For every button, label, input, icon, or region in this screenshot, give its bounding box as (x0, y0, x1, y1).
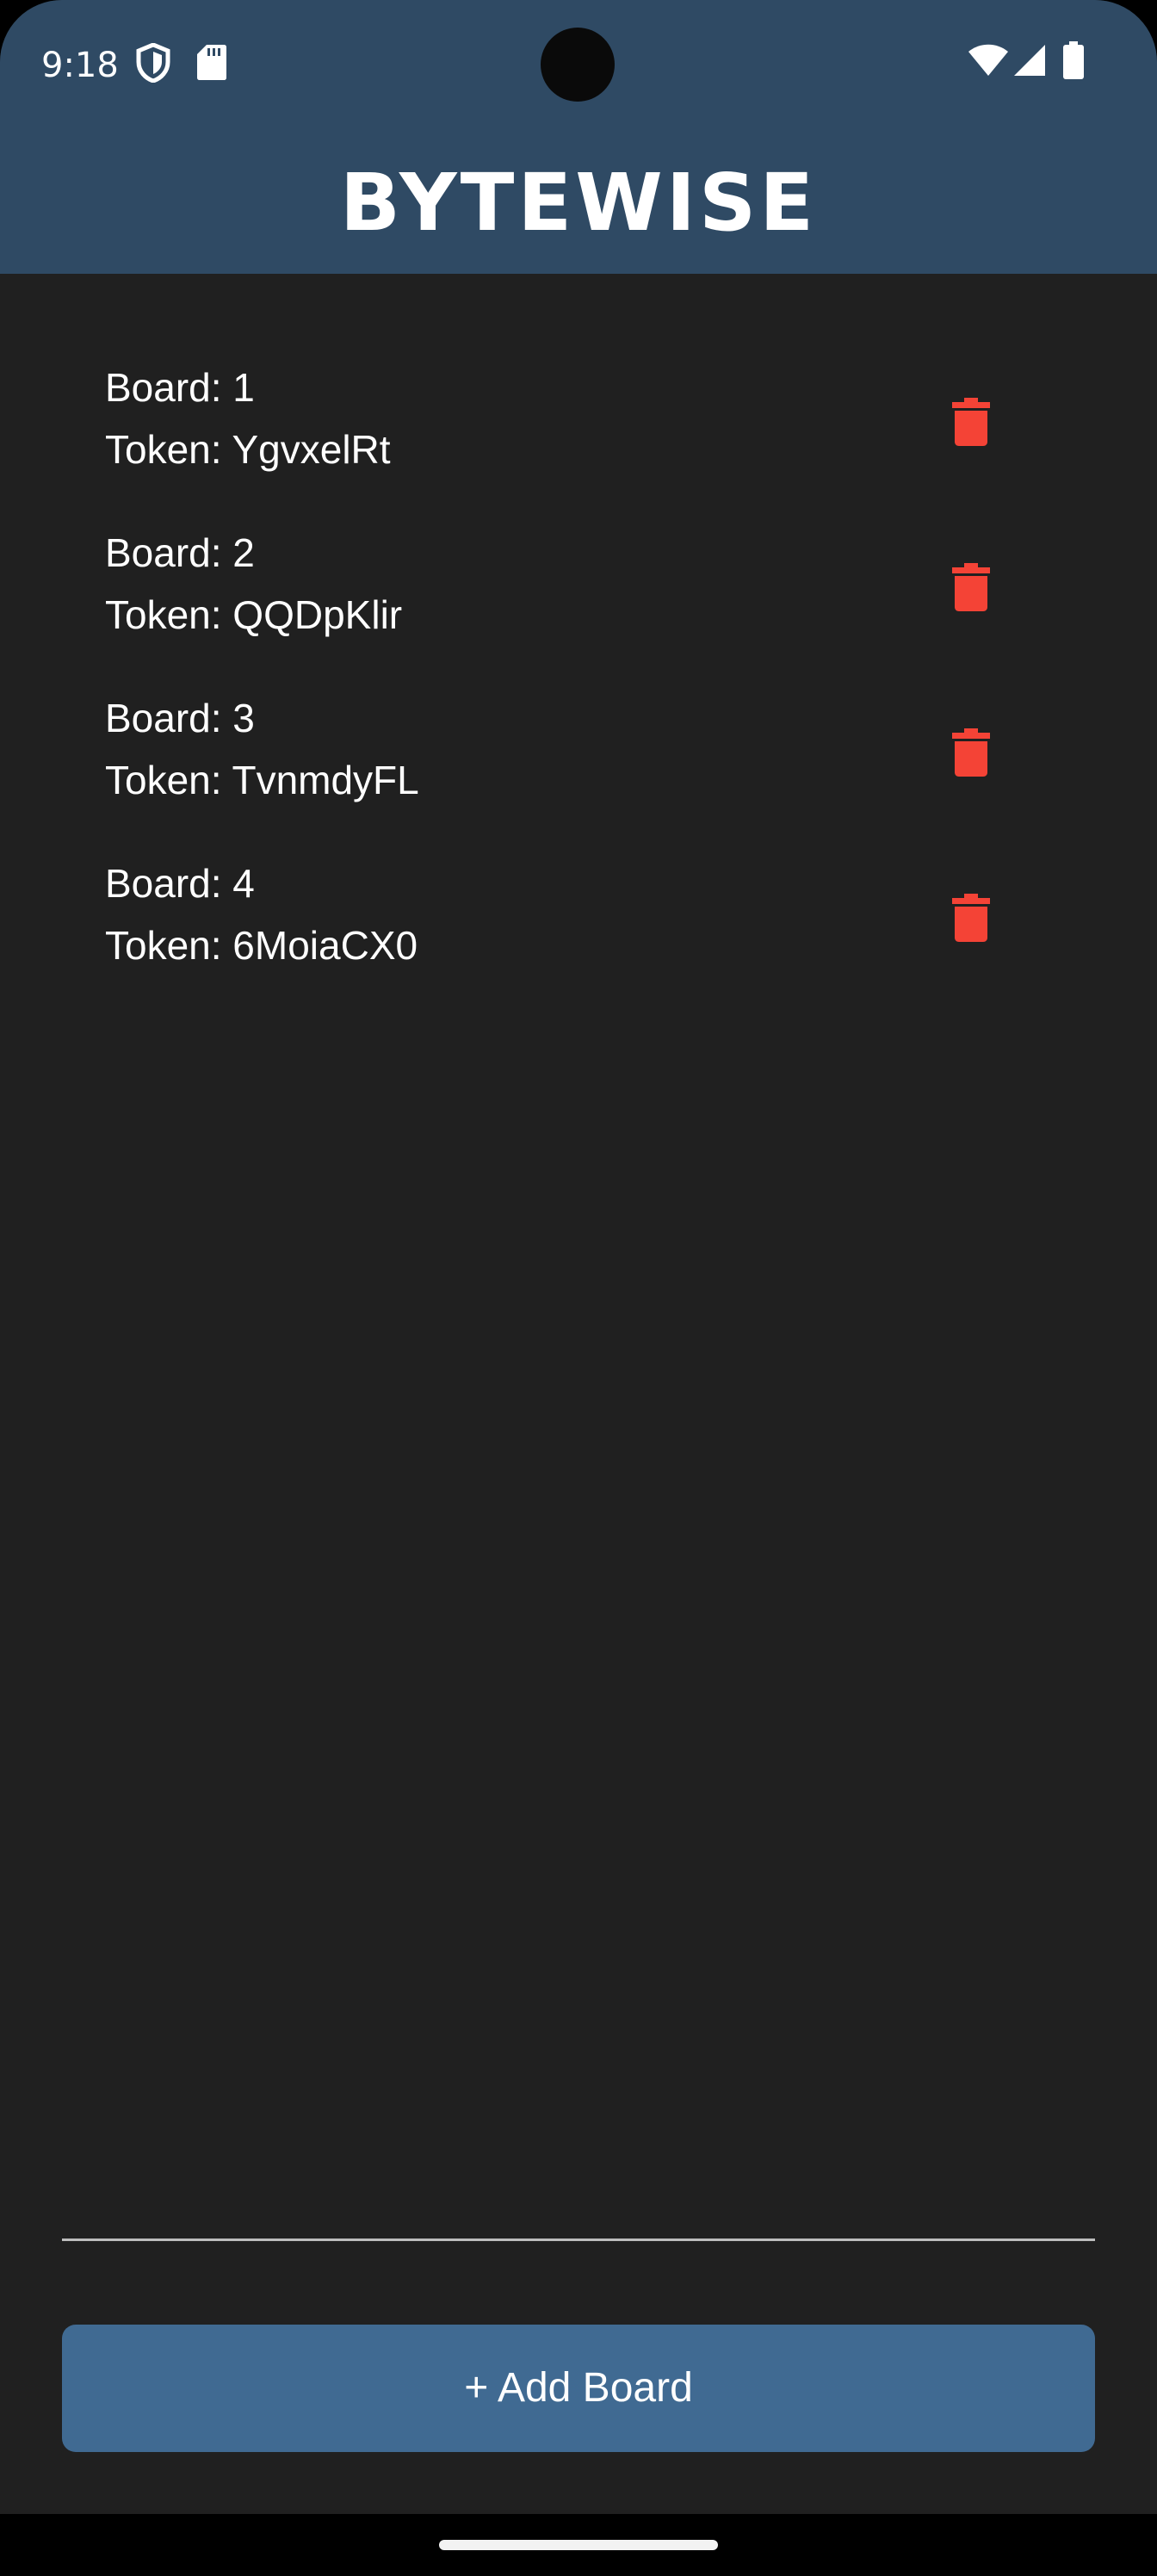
board-info: Board: 3 Token: TvnmdyFL (105, 687, 419, 811)
delete-board-button[interactable] (928, 709, 1014, 796)
board-list-item: Board: 1 Token: YgvxelRt (62, 356, 1095, 522)
board-token: Token: 6MoiaCX0 (105, 923, 418, 968)
trash-icon (952, 398, 990, 446)
board-number: Board: 4 (105, 861, 255, 906)
battery-icon (1062, 41, 1085, 83)
board-number: Board: 1 (105, 365, 255, 410)
app-header: 9:18 BYTEWISE (0, 0, 1157, 274)
delete-board-button[interactable] (928, 544, 1014, 630)
sd-card-icon (196, 43, 227, 84)
status-time: 9:18 (41, 46, 119, 85)
board-list-item: Board: 3 Token: TvnmdyFL (62, 687, 1095, 852)
trash-icon (952, 894, 990, 942)
app-screen: 9:18 BYTEWISE Board: 1 Token: YgvxelRt B… (0, 0, 1157, 2514)
delete-board-button[interactable] (928, 875, 1014, 961)
board-info: Board: 2 Token: QQDpKlir (105, 522, 402, 646)
shield-icon (136, 42, 170, 86)
board-list-item: Board: 2 Token: QQDpKlir (62, 522, 1095, 687)
board-token: Token: QQDpKlir (105, 592, 403, 637)
board-number: Board: 3 (105, 696, 255, 740)
add-board-button[interactable]: + Add Board (62, 2325, 1095, 2452)
front-camera (541, 28, 615, 102)
trash-icon (952, 728, 990, 777)
status-bar: 9:18 (0, 0, 1157, 129)
trash-icon (952, 563, 990, 611)
cell-signal-icon (1012, 43, 1047, 81)
board-list-item: Board: 4 Token: 6MoiaCX0 (62, 852, 1095, 1018)
board-info: Board: 4 Token: 6MoiaCX0 (105, 852, 418, 976)
board-number: Board: 2 (105, 530, 255, 575)
delete-board-button[interactable] (928, 379, 1014, 465)
board-token: Token: YgvxelRt (105, 427, 391, 472)
board-token: Token: TvnmdyFL (105, 758, 419, 802)
home-indicator[interactable] (439, 2540, 718, 2550)
wifi-icon (968, 43, 1009, 81)
app-title: BYTEWISE (339, 157, 818, 249)
board-info: Board: 1 Token: YgvxelRt (105, 356, 391, 480)
divider (62, 2239, 1095, 2241)
